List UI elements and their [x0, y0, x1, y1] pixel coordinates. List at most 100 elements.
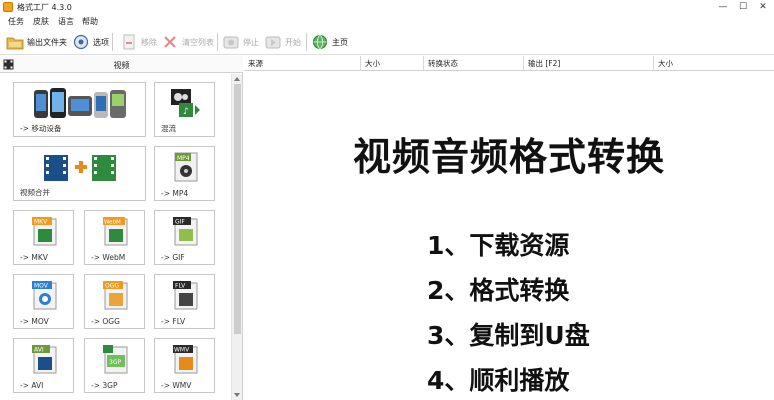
mkv-icon: MKV: [32, 217, 57, 246]
scroll-up-icon[interactable]: [234, 77, 240, 81]
video-join-icon: [44, 155, 116, 181]
scroll-down-icon[interactable]: [234, 393, 240, 397]
tile-video-join[interactable]: 视频合并: [13, 146, 146, 201]
wmv-icon: WMV: [173, 345, 198, 374]
overlay-title: 视频音频格式转换: [352, 135, 665, 179]
col-source[interactable]: 来源: [244, 56, 361, 71]
flv-badge-text: FLV: [175, 283, 186, 290]
tile-label: -> WMV: [161, 381, 192, 390]
tile-wmv[interactable]: WMV -> WMV: [154, 338, 215, 393]
tile-label: -> OGG: [91, 317, 120, 326]
format-grid: -> 移动设备 ♪ 混流 视频合并 MP4 -> MP4 MKV -> MKV …: [0, 74, 231, 400]
mobile-devices-icon: [34, 88, 126, 118]
tile-label: -> 3GP: [91, 381, 118, 390]
ogg-badge-text: OGG: [105, 283, 119, 290]
options-gear-icon: [73, 34, 89, 50]
stop-icon: [223, 36, 239, 49]
minimize-button[interactable]: —: [712, 0, 734, 14]
mp4-icon: MP4: [174, 152, 198, 182]
clear-list-button[interactable]: 清空列表: [161, 32, 214, 52]
stop-label: 停止: [243, 37, 259, 47]
menu-language[interactable]: 语言: [58, 16, 74, 27]
clear-x-icon: [164, 36, 176, 48]
home-label: 主页: [332, 37, 348, 47]
options-label: 选项: [93, 37, 109, 47]
tile-ogg[interactable]: OGG -> OGG: [84, 274, 145, 329]
start-label: 开始: [285, 37, 301, 47]
gif-badge-text: GIF: [175, 219, 185, 226]
tile-label: -> 移动设备: [20, 124, 62, 133]
mux-icon: ♪: [171, 89, 200, 117]
mov-icon: MOV: [32, 281, 57, 310]
toolbar-separator: [112, 33, 113, 51]
flv-icon: FLV: [173, 281, 198, 310]
clear-list-label: 清空列表: [182, 37, 214, 47]
tile-label: -> MP4: [161, 189, 189, 198]
overlay-step: 2、格式转换: [427, 276, 570, 305]
task-list-area: 来源 大小 转换状态 输出 [F2] 大小 视频音频格式转换 1、下载资源 2、…: [244, 56, 774, 400]
folder-icon: [6, 37, 24, 50]
category-header-video[interactable]: 视频: [0, 56, 243, 73]
tile-mov[interactable]: MOV -> MOV: [13, 274, 74, 329]
menu-skin[interactable]: 皮肤: [33, 16, 49, 27]
panel-scrollbar[interactable]: [231, 74, 242, 400]
home-globe-icon: [313, 35, 327, 49]
tile-mobile-devices[interactable]: -> 移动设备: [13, 82, 146, 137]
stop-button[interactable]: 停止: [222, 32, 259, 52]
remove-label: 移除: [141, 37, 157, 47]
menu-bar: 任务 皮肤 语言 帮助: [0, 14, 774, 28]
mov-badge-text: MOV: [34, 283, 49, 290]
overlay-step: 4、顺利播放: [427, 366, 570, 395]
app-logo-icon: [3, 2, 13, 12]
tile-mkv[interactable]: MKV -> MKV: [13, 210, 74, 265]
maximize-button[interactable]: ☐: [732, 0, 754, 14]
toolbar-separator: [217, 33, 218, 51]
col-output-size[interactable]: 大小: [654, 56, 774, 71]
close-button[interactable]: ✕: [752, 0, 774, 14]
remove-button[interactable]: 移除: [120, 32, 157, 52]
menu-help[interactable]: 帮助: [82, 16, 98, 27]
tile-avi[interactable]: AVI -> AVI: [13, 338, 74, 393]
start-button[interactable]: 开始: [264, 32, 301, 52]
toolbar-separator: [306, 33, 307, 51]
col-size[interactable]: 大小: [361, 56, 424, 71]
tile-flv[interactable]: FLV -> FLV: [154, 274, 215, 329]
category-title: 视频: [113, 61, 130, 70]
webm-icon: WebM: [103, 217, 128, 246]
tile-label: 视频合并: [20, 188, 50, 197]
tile-gif[interactable]: GIF -> GIF: [154, 210, 215, 265]
tile-webm[interactable]: WebM -> WebM: [84, 210, 145, 265]
tile-label: 混流: [161, 124, 176, 133]
tile-mp4[interactable]: MP4 -> MP4: [154, 146, 215, 201]
tile-label: -> AVI: [20, 381, 44, 390]
mp4-badge-text: MP4: [177, 155, 190, 162]
ogg-icon: OGG: [103, 281, 128, 310]
format-factory-window: 格式工厂 4.3.0 — ☐ ✕ 任务 皮肤 语言 帮助 输出文件夹 选项 移除…: [0, 0, 774, 400]
overlay-step: 1、下载资源: [427, 231, 570, 260]
avi-icon: AVI: [32, 345, 57, 374]
function-panel: 视频 -> 移动设备 ♪ 混流 视频合并 MP4 -> MP4 MKV -> M…: [0, 56, 243, 400]
col-output[interactable]: 输出 [F2]: [524, 56, 654, 71]
tile-label: -> MOV: [20, 317, 49, 326]
overlay-step: 3、复制到U盘: [427, 321, 590, 350]
options-button[interactable]: 选项: [72, 32, 109, 52]
3gp-icon: 3GP: [103, 345, 128, 374]
webm-badge-text: WebM: [104, 220, 121, 226]
window-title: 格式工厂 4.3.0: [17, 3, 72, 12]
tile-3gp[interactable]: 3GP -> 3GP: [84, 338, 145, 393]
col-status[interactable]: 转换状态: [424, 56, 524, 71]
avi-badge-text: AVI: [34, 347, 44, 354]
tile-label: -> MKV: [20, 253, 48, 262]
wmv-badge-text: WMV: [174, 347, 190, 354]
3gp-badge-text: 3GP: [109, 359, 121, 366]
svg-text:♪: ♪: [183, 107, 189, 117]
tile-label: -> FLV: [161, 317, 186, 326]
output-folder-button[interactable]: 输出文件夹: [6, 32, 67, 52]
menu-task[interactable]: 任务: [8, 16, 24, 27]
scroll-thumb[interactable]: [234, 84, 241, 334]
home-button[interactable]: 主页: [311, 32, 348, 52]
tile-mux[interactable]: ♪ 混流: [154, 82, 215, 137]
remove-file-icon: [123, 34, 135, 50]
tile-label: -> WebM: [91, 253, 126, 262]
mkv-badge-text: MKV: [34, 219, 48, 226]
